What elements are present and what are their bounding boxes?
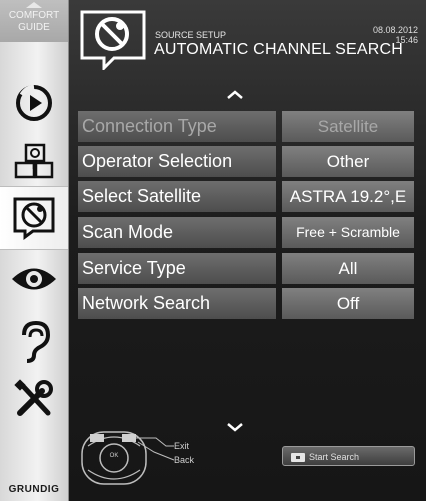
tools-icon xyxy=(14,379,53,416)
brand-logo: GRUNDIG xyxy=(8,484,60,495)
back-hint[interactable]: Back xyxy=(174,455,194,465)
setting-row-service-type[interactable]: Service Type All xyxy=(78,253,416,284)
exit-hint[interactable]: Exit xyxy=(174,441,189,451)
ear-icon xyxy=(22,320,51,363)
setting-row-select-satellite[interactable]: Select Satellite ASTRA 19.2°,E xyxy=(78,181,416,212)
sidebar: COMFORT GUIDE GRUNDIG xyxy=(0,0,69,501)
setting-value: ASTRA 19.2°,E xyxy=(282,181,414,212)
color-key-icon xyxy=(291,453,305,463)
section-label: SOURCE SETUP xyxy=(155,30,227,40)
playback-icon xyxy=(16,84,52,121)
eye-icon xyxy=(12,268,56,290)
setting-value: Satellite xyxy=(282,111,414,142)
setting-label: Service Type xyxy=(78,253,276,284)
comfort-guide-line2: GUIDE xyxy=(18,22,50,33)
setting-row-scan-mode[interactable]: Scan Mode Free + Scramble xyxy=(78,217,416,248)
time-display: 15:46 xyxy=(395,35,418,45)
start-search-label: Start Search xyxy=(309,452,360,462)
source-connection-icon xyxy=(14,143,54,179)
setting-value: All xyxy=(282,253,414,284)
setting-row-operator-selection[interactable]: Operator Selection Other xyxy=(78,146,416,177)
sidebar-item-sources[interactable] xyxy=(0,130,68,192)
setting-label: Scan Mode xyxy=(78,217,276,248)
sidebar-item-sound[interactable] xyxy=(0,310,68,372)
tv-menu-screen: COMFORT GUIDE GRUNDIG SOURCE SETUP AUTOM… xyxy=(0,0,426,501)
remote-navigation-icon xyxy=(81,431,175,485)
sidebar-item-settings[interactable] xyxy=(0,368,68,430)
setting-label: Operator Selection xyxy=(78,146,276,177)
satellite-dish-icon xyxy=(13,197,55,240)
scroll-down-icon[interactable] xyxy=(226,422,244,432)
setting-label: Select Satellite xyxy=(78,181,276,212)
header-satellite-icon xyxy=(80,10,146,70)
sidebar-item-source-setup[interactable] xyxy=(0,186,68,250)
scroll-up-icon[interactable] xyxy=(226,90,244,100)
comfort-guide-tab[interactable]: COMFORT GUIDE xyxy=(0,0,68,42)
setting-label: Connection Type xyxy=(78,111,276,142)
date-display: 08.08.2012 xyxy=(372,25,418,35)
page-title: AUTOMATIC CHANNEL SEARCH xyxy=(154,41,403,58)
comfort-guide-line1: COMFORT xyxy=(8,10,60,21)
setting-row-network-search[interactable]: Network Search Off xyxy=(78,288,416,319)
setting-value: Off xyxy=(282,288,414,319)
sidebar-item-picture[interactable] xyxy=(0,248,68,310)
setting-value: Free + Scramble xyxy=(282,217,414,248)
start-search-button[interactable]: Start Search xyxy=(282,446,415,466)
sidebar-item-playback[interactable] xyxy=(0,72,68,134)
setting-label: Network Search xyxy=(78,288,276,319)
ok-key-label: OK xyxy=(109,453,119,459)
setting-value: Other xyxy=(282,146,414,177)
setting-row-connection-type[interactable]: Connection Type Satellite xyxy=(78,111,416,142)
